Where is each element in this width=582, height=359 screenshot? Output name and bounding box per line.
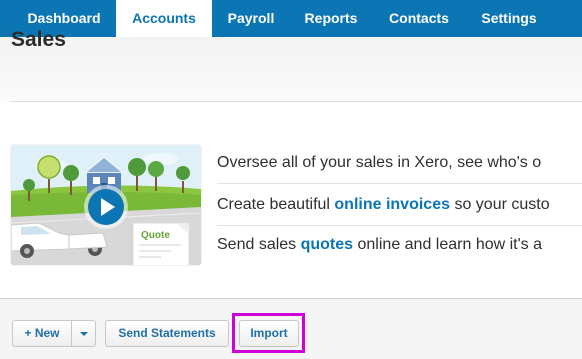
quotes-link[interactable]: quotes	[301, 236, 353, 253]
tab-contacts[interactable]: Contacts	[372, 0, 466, 37]
hero-line-text: so your custo	[450, 196, 550, 213]
hero-line-overview: Oversee all of your sales in Xero, see w…	[217, 153, 541, 173]
hero-line-invoices: Create beautiful online invoices so your…	[217, 195, 550, 215]
import-highlight-box	[232, 313, 305, 353]
play-icon[interactable]	[88, 189, 124, 225]
hero-line-text: Create beautiful	[217, 196, 335, 213]
tab-reports[interactable]: Reports	[290, 0, 372, 37]
tab-settings[interactable]: Settings	[466, 0, 552, 37]
chevron-down-icon[interactable]	[72, 321, 96, 346]
header-divider	[10, 101, 582, 102]
hero-divider	[217, 183, 582, 184]
tab-accounts[interactable]: Accounts	[116, 0, 212, 37]
page-header	[0, 37, 582, 102]
send-statements-button[interactable]: Send Statements	[105, 320, 229, 347]
quote-card-label: Quote	[141, 230, 170, 241]
page-title: Sales	[11, 28, 66, 51]
hero-line-text: Oversee all of your sales in Xero, see w…	[217, 154, 542, 171]
tab-payroll[interactable]: Payroll	[212, 0, 290, 37]
online-invoices-link[interactable]: online invoices	[334, 196, 450, 213]
hero-divider	[217, 225, 582, 226]
sales-video-thumbnail[interactable]: Quote	[11, 145, 201, 265]
hero-line-text: Send sales	[217, 236, 301, 253]
hero-line-quotes: Send sales quotes online and learn how i…	[217, 235, 542, 255]
new-split-button: + New	[12, 320, 96, 347]
top-navigation: Dashboard Accounts Payroll Reports Conta…	[0, 0, 582, 37]
hero-line-text: online and learn how it's a	[353, 236, 543, 253]
new-button[interactable]: + New	[13, 321, 71, 346]
